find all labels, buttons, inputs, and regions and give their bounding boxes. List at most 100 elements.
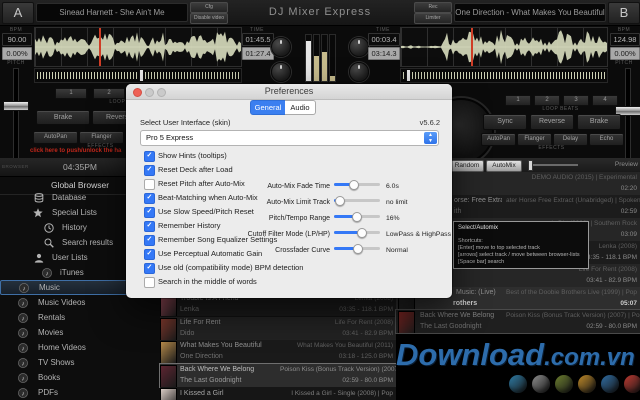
tab-general[interactable]: General xyxy=(250,100,286,115)
deck-b-beat-marker xyxy=(406,70,411,81)
deck-a-treble-knob[interactable] xyxy=(271,37,291,57)
pitch-range-slider[interactable] xyxy=(334,215,380,218)
album-art xyxy=(398,311,415,333)
cutoff-filter-slider[interactable] xyxy=(334,231,380,234)
crossfade-mini-slider-track[interactable] xyxy=(528,164,578,166)
disable-video-button[interactable]: Disable video xyxy=(190,13,228,24)
automix-limit-slider[interactable] xyxy=(334,199,380,202)
cfg-button[interactable]: Cfg xyxy=(190,2,228,13)
dj-mixer-app: A Sinead Harnett - She Ain't Me Cfg Disa… xyxy=(0,0,640,400)
checkbox xyxy=(144,207,155,218)
crossfade-mini-slider-thumb[interactable] xyxy=(528,160,533,171)
limiter-button[interactable]: Limiter xyxy=(414,13,452,24)
music-note-icon: ♪ xyxy=(18,298,28,308)
deck-b-time-elapsed: 00:03.4 xyxy=(368,33,400,46)
watermark-dot xyxy=(509,375,527,393)
deck-a-hotcue-1[interactable]: 1 xyxy=(55,88,87,99)
track-row[interactable]: Back Where We Belong Poison Kiss (Bonus … xyxy=(396,310,640,333)
slider-value: Normal xyxy=(386,247,408,254)
deck-a-pitch-value: 0.00% xyxy=(2,47,32,60)
checkbox-label: Remember History xyxy=(158,221,221,231)
deck-a-gain-knob[interactable] xyxy=(271,62,291,82)
sidebar-item-label: History xyxy=(62,223,87,232)
slider-value: LowPass & HighPass xyxy=(386,231,451,238)
deck-b-track-title: One Direction - What Makes You Beautiful xyxy=(454,3,606,22)
sidebar-item-label: Music xyxy=(39,283,60,292)
watermark-dot xyxy=(555,375,573,393)
music-note-icon: ♪ xyxy=(18,358,28,368)
track-time: 05:07 xyxy=(506,300,637,307)
crossfader-curve-slider[interactable] xyxy=(334,247,380,250)
deck-a-track-title: Sinead Harnett - She Ain't Me xyxy=(36,3,188,22)
deck-b-gain-knob[interactable] xyxy=(349,62,369,82)
track-artist: The Last Goodnight xyxy=(420,323,482,330)
deck-b-brake-button[interactable]: Brake xyxy=(577,114,621,130)
deck-b-bpm-value: 124.98 xyxy=(610,33,640,46)
track-artist: Lenka xyxy=(180,306,199,313)
skin-select[interactable]: Pro 5 Express ▲▼ xyxy=(140,130,439,146)
deck-a-brake-button[interactable]: Brake xyxy=(36,110,90,125)
deck-a-pitch-label: PITCH xyxy=(0,60,32,66)
skin-select-value: Pro 5 Express xyxy=(146,133,193,142)
deck-b-reverse-button[interactable]: Reverse xyxy=(530,114,574,130)
deck-b-hotcue-3[interactable]: 3 xyxy=(563,95,589,106)
deck-a-pitch-fader-handle[interactable] xyxy=(3,101,29,111)
track-album: Poison Kiss (Bonus Track Version) (2007)… xyxy=(280,366,393,373)
deck-b-sync-button[interactable]: Sync xyxy=(483,114,527,130)
checkbox-label: Search in the middle of words xyxy=(158,277,257,287)
tooltip-line: [arrows] select track / move between bro… xyxy=(458,252,584,259)
deck-b-hotcue-1[interactable]: 1 xyxy=(505,95,531,106)
watermark-suffix: .com.vn xyxy=(544,344,635,371)
deck-b-loop-beats-label: LOOP BEATS xyxy=(505,106,616,112)
track-title: What Makes You Beautiful xyxy=(180,342,262,349)
itunes-icon: ♪ xyxy=(42,268,52,278)
deck-a-bpm-value: 90.00 xyxy=(2,33,32,46)
track-row[interactable]: What Makes You Beautiful What Makes You … xyxy=(160,340,396,363)
checkbox xyxy=(144,277,155,288)
svg-text:♪: ♪ xyxy=(21,360,24,367)
deck-a-hotcue-2[interactable]: 2 xyxy=(93,88,125,99)
sidebar-item-label: Music Videos xyxy=(38,298,85,307)
dialog-title-bar[interactable]: Preferences xyxy=(126,84,452,100)
automix-button[interactable]: AutoMix xyxy=(486,160,522,172)
deck-b-waveform[interactable] xyxy=(400,27,608,67)
sidebar-item-label: Home Videos xyxy=(38,343,86,352)
track-row-selected[interactable]: Back Where We Belong Poison Kiss (Bonus … xyxy=(160,364,396,387)
svg-text:♪: ♪ xyxy=(21,330,24,337)
track-title: orse: Free Extract xyxy=(454,197,502,204)
track-artist: The Last Goodnight xyxy=(180,377,242,384)
vu-meter-2 xyxy=(313,34,320,82)
tab-audio[interactable]: Audio xyxy=(285,100,316,115)
automix-fade-slider[interactable] xyxy=(334,183,380,186)
track-row[interactable]: I Kissed a Girl I Kissed a Girl - Single… xyxy=(160,387,396,400)
deck-b-pitch-label: PITCH xyxy=(608,60,640,66)
checkbox xyxy=(144,165,155,176)
deck-a-beat-strip[interactable] xyxy=(34,68,242,83)
track-album: ater Horse Free Extract (Unabridged) | S… xyxy=(506,197,637,204)
deck-b-beat-strip[interactable] xyxy=(400,68,608,83)
track-time: 02:59 - 80.0 BPM xyxy=(280,377,393,384)
svg-text:♪: ♪ xyxy=(21,390,24,397)
track-artist: Dido xyxy=(180,330,194,337)
preview-button[interactable]: Preview xyxy=(596,160,638,170)
clock-icon xyxy=(44,223,54,233)
deck-b-hotcue-2[interactable]: 2 xyxy=(534,95,560,106)
track-title: Back Where We Belong xyxy=(180,366,254,373)
rec-button[interactable]: Rec xyxy=(414,2,452,13)
checkbox-label: Reset Deck after Load xyxy=(158,165,233,175)
slider-label: Crossfader Curve xyxy=(226,247,330,254)
music-note-icon: ♪ xyxy=(18,388,28,398)
sidebar-item-label: Movies xyxy=(38,328,63,337)
deck-a-waveform[interactable] xyxy=(34,27,242,67)
sidebar-item-label: iTunes xyxy=(60,268,84,277)
deck-a-pitch-fader-track[interactable] xyxy=(13,68,19,162)
sidebar-item-label: Rentals xyxy=(38,313,65,322)
sidebar-item-label: Search results xyxy=(62,238,113,247)
random-button[interactable]: Random xyxy=(450,160,484,172)
track-row[interactable]: Life For Rent Life For Rent (2008) Dido … xyxy=(160,317,396,340)
deck-b-treble-knob[interactable] xyxy=(349,37,369,57)
vu-meter-3 xyxy=(321,34,328,82)
deck-b-time-remaining: 03:14.3 xyxy=(368,47,400,60)
deck-a-hint-text[interactable]: click here to push/unlock the ha xyxy=(30,148,121,154)
deck-b-hotcue-4[interactable]: 4 xyxy=(592,95,618,106)
